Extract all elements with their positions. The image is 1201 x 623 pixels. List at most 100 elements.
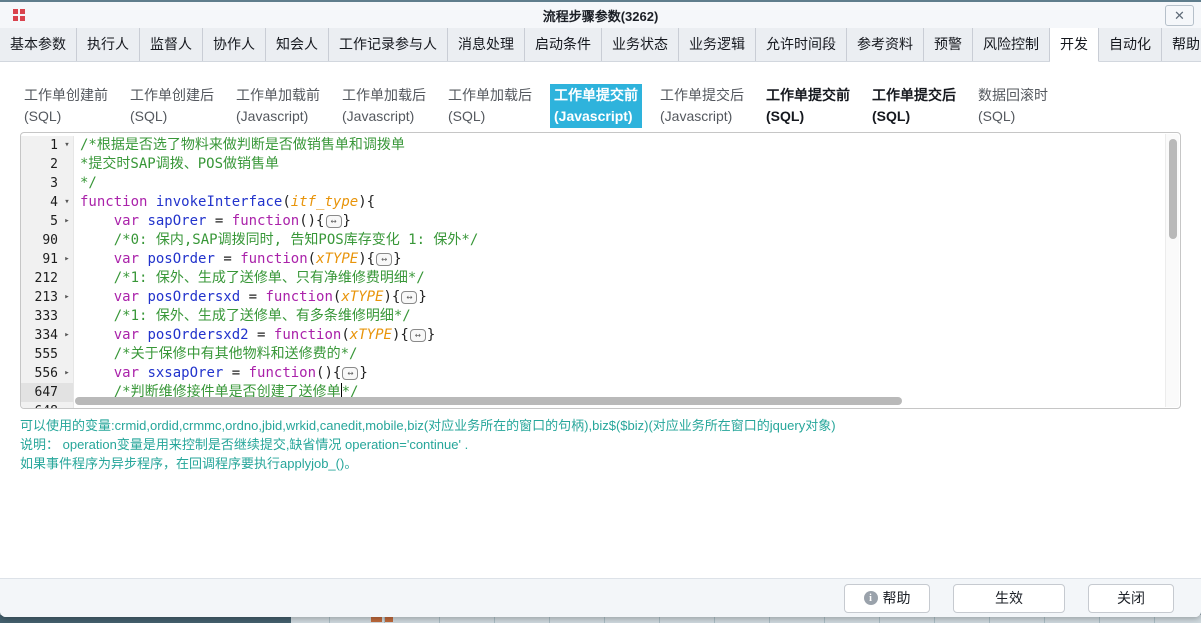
fold-open-icon[interactable]: ▾: [61, 193, 74, 212]
subtab-title: 工作单提交前: [766, 87, 850, 103]
code-token: posOrder: [147, 251, 214, 267]
subtab-language: (Javascript): [660, 106, 744, 127]
fold-gutter: [61, 269, 74, 288]
tab-9[interactable]: 业务状态: [602, 28, 679, 61]
line-number: 90: [21, 231, 61, 250]
code-token: [80, 308, 114, 324]
subtab-8[interactable]: 工作单提交前(SQL): [762, 84, 854, 128]
fold-closed-icon[interactable]: ▸: [61, 212, 74, 231]
tab-15[interactable]: 开发: [1050, 28, 1099, 62]
code-text[interactable]: /*关于保修中有其他物料和送修费的*/: [74, 345, 1165, 364]
code-text[interactable]: /*1: 保外、生成了送修单、只有净维修费明细*/: [74, 269, 1165, 288]
subtab-5[interactable]: 工作单加载后(SQL): [444, 84, 536, 128]
code-area[interactable]: 1▾/*根据是否选了物料来做判断是否做销售单和调拨单2*提交时SAP调拨、POS…: [21, 133, 1165, 408]
folded-code-widget[interactable]: ↔: [326, 215, 342, 228]
help-button[interactable]: i帮助: [844, 584, 930, 613]
folded-code-widget[interactable]: ↔: [401, 291, 417, 304]
folded-code-widget[interactable]: ↔: [376, 253, 392, 266]
subtab-7[interactable]: 工作单提交后 (Javascript): [656, 84, 748, 128]
fold-closed-icon[interactable]: ▸: [61, 364, 74, 383]
code-line: 334▸ var posOrdersxd2 = function(xTYPE){…: [21, 326, 1165, 345]
code-text[interactable]: *提交时SAP调拨、POS做销售单: [74, 155, 1165, 174]
code-text[interactable]: /*根据是否选了物料来做判断是否做销售单和调拨单: [74, 136, 1165, 155]
fold-gutter: [61, 155, 74, 174]
fold-gutter: [61, 307, 74, 326]
code-editor[interactable]: 1▾/*根据是否选了物料来做判断是否做销售单和调拨单2*提交时SAP调拨、POS…: [20, 132, 1181, 409]
fold-gutter: [61, 231, 74, 250]
tab-12[interactable]: 参考资料: [847, 28, 924, 61]
code-text[interactable]: /*0: 保内,SAP调拨同时, 告知POS库存变化 1: 保外*/: [74, 231, 1165, 250]
code-token: [80, 365, 114, 381]
code-text[interactable]: var posOrdersxd2 = function(xTYPE){↔}: [74, 326, 1165, 345]
window-title: 流程步骤参数(3262): [0, 6, 1201, 25]
code-text[interactable]: /*1: 保外、生成了送修单、有多条维修明细*/: [74, 307, 1165, 326]
fold-closed-icon[interactable]: ▸: [61, 250, 74, 269]
line-number: 556: [21, 364, 61, 383]
tab-14[interactable]: 风险控制: [973, 28, 1050, 61]
tab-4[interactable]: 协作人: [203, 28, 266, 61]
fold-open-icon[interactable]: ▾: [61, 136, 74, 155]
code-token: (){: [299, 213, 324, 229]
tab-7[interactable]: 消息处理: [448, 28, 525, 61]
code-text[interactable]: var sapOrer = function(){↔}: [74, 212, 1165, 231]
folded-code-widget[interactable]: ↔: [342, 367, 358, 380]
horizontal-scrollbar[interactable]: [75, 397, 1163, 405]
subtab-title: 工作单加载前: [236, 87, 320, 103]
close-button[interactable]: ✕: [1165, 5, 1194, 26]
horizontal-scrollbar-thumb[interactable]: [75, 397, 902, 405]
fold-closed-icon[interactable]: ▸: [61, 326, 74, 345]
subtab-4[interactable]: 工作单加载后(Javascript): [338, 84, 430, 128]
vertical-scrollbar[interactable]: [1165, 134, 1179, 407]
tab-11[interactable]: 允许时间段: [756, 28, 847, 61]
subtab-1[interactable]: 工作单创建前(SQL): [20, 84, 112, 128]
code-token: }: [418, 289, 426, 305]
code-token: xTYPE: [316, 251, 358, 267]
close-dialog-button[interactable]: 关闭: [1088, 584, 1174, 613]
subtab-9[interactable]: 工作单提交后(SQL): [868, 84, 960, 128]
code-token: /*1: 保外、生成了送修单、只有净维修费明细*/: [114, 270, 425, 286]
subtab-2[interactable]: 工作单创建后(SQL): [126, 84, 218, 128]
apply-button[interactable]: 生效: [953, 584, 1065, 613]
subtab-title: 数据回滚时: [978, 87, 1048, 103]
tab-8[interactable]: 启动条件: [525, 28, 602, 61]
tab-10[interactable]: 业务逻辑: [679, 28, 756, 61]
subtab-10[interactable]: 数据回滚时(SQL): [974, 84, 1052, 128]
code-token: [80, 251, 114, 267]
line-number: 647: [21, 383, 61, 402]
tab-13[interactable]: 预警: [924, 28, 973, 61]
code-text[interactable]: var sxsapOrer = function(){↔}: [74, 364, 1165, 383]
tab-16[interactable]: 自动化: [1099, 28, 1162, 61]
tab-5[interactable]: 知会人: [266, 28, 329, 61]
code-text[interactable]: function invokeInterface(itf_type){: [74, 193, 1165, 212]
vertical-scrollbar-thumb[interactable]: [1169, 139, 1177, 239]
subtab-6[interactable]: 工作单提交前(Javascript): [550, 84, 642, 128]
code-text[interactable]: */: [74, 174, 1165, 193]
tab-6[interactable]: 工作记录参与人: [329, 28, 448, 61]
line-number: 1: [21, 136, 61, 155]
code-token: =: [206, 213, 231, 229]
code-token: (){: [316, 365, 341, 381]
code-text[interactable]: var posOrder = function(xTYPE){↔}: [74, 250, 1165, 269]
code-token: [80, 232, 114, 248]
code-line: 4▾function invokeInterface(itf_type){: [21, 193, 1165, 212]
tab-2[interactable]: 执行人: [77, 28, 140, 61]
code-line: 1▾/*根据是否选了物料来做判断是否做销售单和调拨单: [21, 136, 1165, 155]
fold-gutter: [61, 174, 74, 193]
subtab-3[interactable]: 工作单加载前(Javascript): [232, 84, 324, 128]
folded-code-widget[interactable]: ↔: [410, 329, 426, 342]
code-text[interactable]: var posOrdersxd = function(xTYPE){↔}: [74, 288, 1165, 307]
title-bar: 流程步骤参数(3262) ✕: [0, 2, 1201, 28]
tab-1[interactable]: 基本参数: [0, 28, 77, 61]
code-token: function: [265, 289, 332, 305]
tab-17[interactable]: 帮助: [1162, 28, 1201, 61]
code-token: [80, 213, 114, 229]
subtab-language: (SQL): [24, 106, 108, 127]
code-token: (: [308, 251, 316, 267]
subtab-title: 工作单提交后: [660, 87, 744, 103]
screen: 流程步骤参数(3262) ✕ 基本参数执行人监督人协作人知会人工作记录参与人消息…: [0, 0, 1201, 623]
code-token: var: [114, 365, 139, 381]
tab-3[interactable]: 监督人: [140, 28, 203, 61]
fold-closed-icon[interactable]: ▸: [61, 288, 74, 307]
help-text: 可以使用的变量:crmid,ordid,crmmc,ordno,jbid,wrk…: [20, 416, 1181, 473]
subtab-title: 工作单提交前: [554, 87, 638, 103]
